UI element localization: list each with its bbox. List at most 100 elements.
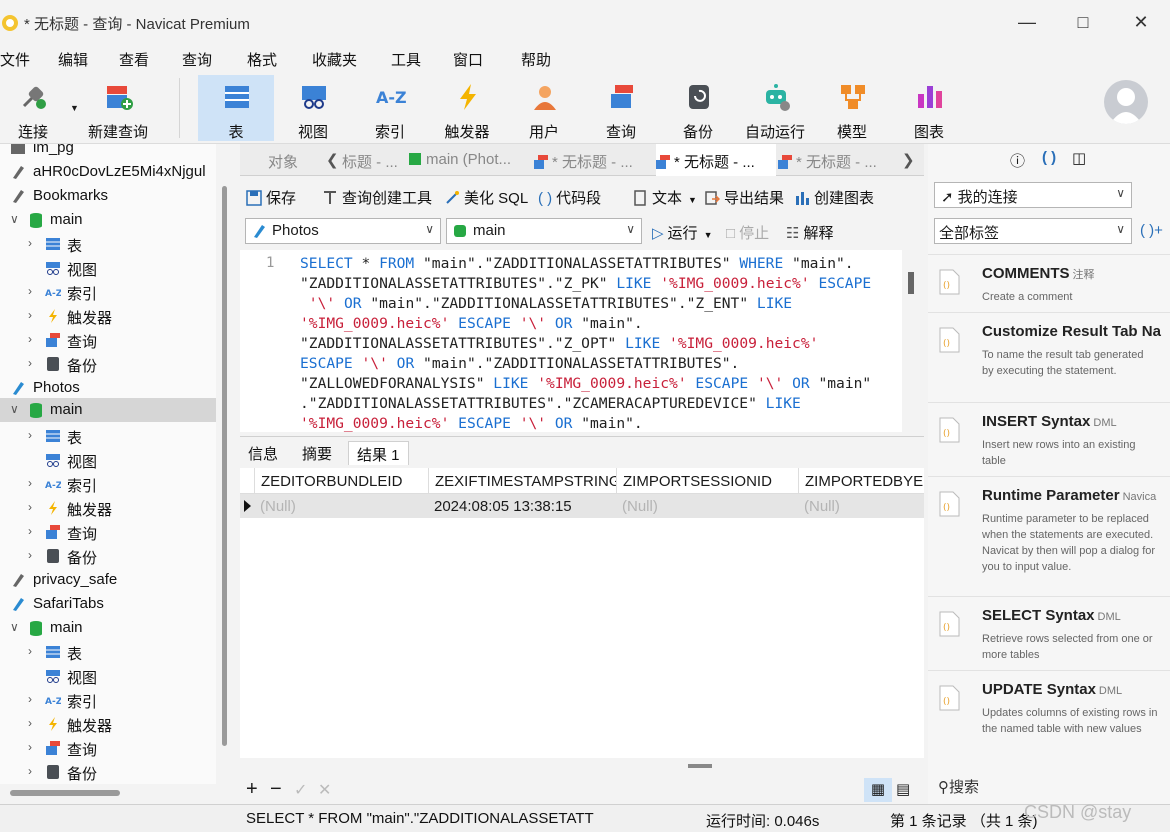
chevron-right-icon[interactable]: ›	[28, 428, 32, 442]
user-button[interactable]: 用户	[506, 75, 582, 141]
chevron-right-icon[interactable]: ›	[28, 284, 32, 298]
tab-untitled-active[interactable]: * 无标题 - ...	[656, 144, 776, 176]
tree-backups[interactable]: › 备份	[0, 544, 216, 568]
code-snippet-button[interactable]: ( ) 代码段	[538, 187, 601, 208]
automation-button[interactable]: 自动运行	[737, 75, 813, 141]
chart-button[interactable]: 图表	[891, 75, 967, 141]
snippet-select-syntax[interactable]: () SELECT Syntax DML Retrieve rows select…	[928, 596, 1170, 668]
menu-favorites[interactable]: 收藏夹	[312, 49, 357, 70]
panel-layout-icon[interactable]: ◫	[1072, 149, 1086, 167]
connection-filter-select[interactable]: ➚ 我的连接 ∨	[934, 182, 1132, 208]
tree-indexes[interactable]: › A-Z 索引	[0, 688, 216, 712]
column-header[interactable]: ZIMPORTEDBYE	[798, 468, 924, 494]
tree-triggers[interactable]: › 触发器	[0, 304, 216, 328]
query-button[interactable]: 查询	[583, 75, 659, 141]
menu-format[interactable]: 格式	[247, 49, 277, 70]
query-builder-button[interactable]: 查询创建工具	[322, 187, 432, 208]
connect-dropdown-icon[interactable]: ▼	[70, 103, 79, 113]
chevron-right-icon[interactable]: ›	[28, 692, 32, 706]
add-record-button[interactable]: +	[246, 778, 258, 801]
view-button[interactable]: 视图	[275, 75, 351, 141]
snippet-runtime-parameter[interactable]: () Runtime Parameter Navica Runtime param…	[928, 476, 1170, 594]
stop-button[interactable]: □ 停止	[726, 222, 769, 243]
menu-file[interactable]: 文件	[0, 49, 30, 70]
column-header[interactable]: ZEXIFTIMESTAMPSTRING	[428, 468, 616, 494]
snippet-insert-syntax[interactable]: () INSERT Syntax DML Insert new rows into…	[928, 402, 1170, 474]
menu-view[interactable]: 查看	[119, 49, 149, 70]
expand-chevron-icon[interactable]: ∨	[10, 212, 19, 226]
chevron-right-icon[interactable]: ›	[28, 548, 32, 562]
index-button[interactable]: A-Z 索引	[352, 75, 428, 141]
tree-indexes[interactable]: › A-Z 索引	[0, 472, 216, 496]
tag-filter-select[interactable]: 全部标签 ∨	[934, 218, 1132, 244]
tree-indexes[interactable]: › A-Z 索引	[0, 280, 216, 304]
tree-queries[interactable]: › 查询	[0, 520, 216, 544]
minimize-button[interactable]: —	[1012, 10, 1042, 36]
tree-connection-bookmarks[interactable]: Bookmarks	[0, 184, 216, 208]
tree-backups[interactable]: › 备份	[0, 760, 216, 784]
sidebar-vertical-scrollbar[interactable]	[222, 186, 227, 746]
grid-view-icon[interactable]: ▦	[864, 778, 892, 802]
tab-main-photos[interactable]: main (Phot...	[408, 144, 530, 176]
menu-edit[interactable]: 编辑	[58, 49, 88, 70]
trigger-button[interactable]: 触发器	[429, 75, 505, 141]
tree-connection-safaritabs[interactable]: SafariTabs	[0, 592, 216, 616]
discard-changes-button[interactable]: ✕	[318, 780, 331, 800]
tree-connection-im-pg[interactable]: im_pg	[0, 144, 216, 160]
snippet-search-input[interactable]: ⚲搜索	[938, 776, 979, 797]
text-mode-button[interactable]: 文本 ▼	[632, 187, 697, 208]
code-snippet-icon[interactable]: ( )	[1042, 149, 1056, 166]
connection-select[interactable]: Photos ∨	[245, 218, 441, 244]
chevron-right-icon[interactable]: ›	[28, 764, 32, 778]
tree-database-main[interactable]: ∨ main	[0, 208, 216, 232]
delete-record-button[interactable]: −	[270, 778, 282, 801]
create-chart-button[interactable]: 创建图表	[794, 187, 874, 208]
chevron-right-icon[interactable]: ›	[28, 332, 32, 346]
apply-changes-button[interactable]: ✓	[294, 780, 307, 800]
tree-queries[interactable]: › 查询	[0, 736, 216, 760]
table-button[interactable]: 表	[198, 75, 274, 141]
tree-triggers[interactable]: › 触发器	[0, 712, 216, 736]
tree-connection-privacy-safe[interactable]: privacy_safe	[0, 568, 216, 592]
tab-untitled-5[interactable]: * 无标题 - ...	[778, 144, 898, 176]
chevron-right-icon[interactable]: ›	[28, 524, 32, 538]
tab-untitled-1[interactable]: 标题 - ...	[342, 144, 406, 176]
chevron-right-icon[interactable]: ›	[28, 308, 32, 322]
snippet-customize-result-tab[interactable]: () Customize Result Tab Na To name the r…	[928, 312, 1170, 400]
table-cell[interactable]: (Null)	[616, 494, 798, 518]
close-button[interactable]: ✕	[1126, 10, 1156, 36]
connect-button[interactable]: 连接 ▼	[0, 75, 79, 141]
tab-untitled-3[interactable]: * 无标题 - ...	[534, 144, 654, 176]
chevron-right-icon[interactable]: ›	[28, 356, 32, 370]
tab-result-1[interactable]: 结果 1	[348, 441, 409, 465]
column-header[interactable]: ZEDITORBUNDLEID	[254, 468, 428, 494]
save-button[interactable]: 保存	[246, 187, 296, 208]
chevron-right-icon[interactable]: ›	[28, 716, 32, 730]
tree-tables[interactable]: › 表	[0, 640, 216, 664]
tree-views[interactable]: 视图	[0, 256, 216, 280]
export-result-button[interactable]: 导出结果	[704, 187, 784, 208]
chevron-right-icon[interactable]: ›	[28, 500, 32, 514]
table-cell[interactable]: (Null)	[254, 494, 428, 518]
editor-scrollbar[interactable]	[908, 272, 914, 294]
tree-connection-url[interactable]: aHR0cDovLzE5Mi4xNjgul	[0, 160, 216, 184]
menu-window[interactable]: 窗口	[453, 49, 483, 70]
tab-summary[interactable]: 摘要	[294, 441, 340, 465]
menu-help[interactable]: 帮助	[521, 49, 551, 70]
tree-tables[interactable]: › 表	[0, 232, 216, 256]
splitter-handle[interactable]	[688, 764, 712, 768]
tab-info[interactable]: 信息	[240, 441, 286, 465]
expand-chevron-icon[interactable]: ∨	[10, 620, 19, 634]
backup-button[interactable]: 备份	[660, 75, 736, 141]
snippet-update-syntax[interactable]: () UPDATE Syntax DML Updates columns of e…	[928, 670, 1170, 760]
add-snippet-icon[interactable]: ( )+	[1140, 222, 1163, 239]
table-cell[interactable]: (Null)	[798, 494, 924, 518]
tree-database-main-selected[interactable]: ∨ main	[0, 398, 216, 422]
maximize-button[interactable]: □	[1068, 10, 1098, 36]
new-query-button[interactable]: 新建查询	[80, 75, 156, 141]
sidebar-horizontal-scrollbar[interactable]	[10, 790, 120, 796]
snippet-comments[interactable]: () COMMENTS 注释 Create a comment	[928, 254, 1170, 310]
database-select[interactable]: main ∨	[446, 218, 642, 244]
beautify-sql-button[interactable]: 美化 SQL	[444, 187, 528, 208]
model-button[interactable]: 模型	[814, 75, 890, 141]
